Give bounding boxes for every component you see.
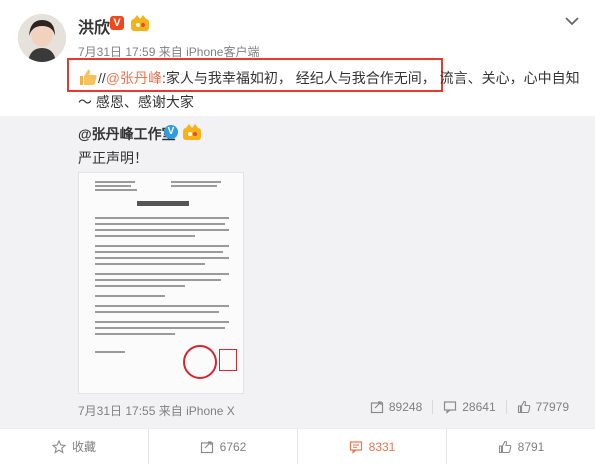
like-icon bbox=[498, 440, 511, 453]
thumbs-up-icon bbox=[78, 68, 98, 86]
doc-line bbox=[95, 235, 195, 237]
doc-line bbox=[95, 311, 219, 313]
avatar[interactable] bbox=[18, 14, 66, 62]
red-square-stamp bbox=[219, 349, 237, 371]
repost-button[interactable]: 6762 bbox=[148, 429, 297, 464]
doc-line bbox=[95, 273, 229, 275]
source-prefix: 来自 bbox=[158, 45, 183, 59]
doc-title-bar bbox=[137, 201, 189, 206]
post-text: //@张丹峰:家人与我幸福如初， 经纪人与我合作无间， 流言、关心，心中自知～ … bbox=[78, 66, 588, 114]
chevron-down-icon[interactable] bbox=[563, 12, 581, 30]
post-timestamp[interactable]: 7月31日 17:59 bbox=[78, 45, 155, 59]
vip-crown-icon bbox=[130, 14, 150, 32]
doc-line bbox=[95, 245, 229, 247]
doc-line bbox=[95, 321, 229, 323]
doc-line bbox=[95, 351, 125, 353]
share-icon bbox=[200, 440, 213, 453]
repost-container: @张丹峰工作室 V 严正声明！ 7月31日 17:55 来自 iPhone X … bbox=[0, 116, 595, 428]
like-count-main: 8791 bbox=[517, 439, 545, 454]
doc-line bbox=[95, 295, 165, 297]
share-icon bbox=[370, 401, 383, 414]
doc-line bbox=[95, 251, 223, 253]
weibo-post-card: 洪欣 V 7月31日 17:59 来自 iPhone客户端 //@张丹峰:家人与… bbox=[0, 0, 595, 464]
doc-line bbox=[95, 189, 137, 191]
verified-badge-icon: V bbox=[110, 16, 124, 30]
verified-blue-badge-icon: V bbox=[164, 125, 178, 139]
like-count: 77979 bbox=[535, 400, 569, 414]
doc-line bbox=[95, 327, 225, 329]
share-count: 89248 bbox=[388, 400, 423, 414]
doc-line bbox=[171, 181, 221, 183]
favorite-button[interactable]: 收藏 bbox=[0, 429, 148, 464]
document-statement-image[interactable] bbox=[78, 172, 244, 394]
repost-comment-count[interactable]: 28641 bbox=[432, 400, 505, 414]
text-prefix: // bbox=[98, 70, 106, 86]
action-bar: 收藏 6762 8331 8791 bbox=[0, 428, 595, 464]
repost-stats: 89248 28641 77979 bbox=[360, 400, 579, 414]
repost-source-prefix: 来自 bbox=[158, 404, 183, 418]
favorite-label: 收藏 bbox=[71, 440, 96, 454]
repost-share-count[interactable]: 89248 bbox=[360, 400, 432, 414]
repost-count: 6762 bbox=[219, 439, 247, 454]
doc-line bbox=[95, 285, 185, 287]
repost-source[interactable]: iPhone X bbox=[186, 404, 235, 418]
comment-icon bbox=[349, 440, 362, 454]
doc-line bbox=[95, 181, 135, 183]
doc-line bbox=[95, 263, 205, 265]
doc-line bbox=[95, 305, 229, 307]
doc-line bbox=[95, 279, 221, 281]
repost-author[interactable]: @张丹峰工作室 bbox=[78, 124, 176, 144]
like-icon bbox=[517, 400, 530, 414]
repost-like-count[interactable]: 77979 bbox=[505, 400, 579, 414]
doc-line bbox=[95, 333, 175, 335]
like-button[interactable]: 8791 bbox=[446, 429, 595, 464]
red-seal-stamp bbox=[183, 345, 217, 379]
doc-line bbox=[95, 217, 229, 219]
post-source[interactable]: iPhone客户端 bbox=[186, 45, 259, 59]
doc-line bbox=[95, 223, 225, 225]
doc-line bbox=[95, 257, 229, 259]
comment-button[interactable]: 8331 bbox=[297, 429, 446, 464]
doc-line bbox=[95, 185, 131, 187]
doc-line bbox=[95, 229, 229, 231]
author-name[interactable]: 洪欣 bbox=[78, 14, 110, 38]
comment-icon bbox=[444, 401, 457, 414]
mention-link[interactable]: @张丹峰 bbox=[106, 70, 162, 86]
doc-line bbox=[171, 185, 217, 187]
repost-meta: 7月31日 17:55 来自 iPhone X bbox=[78, 402, 235, 419]
star-icon bbox=[51, 439, 66, 454]
repost-text: 严正声明！ bbox=[78, 150, 148, 166]
comment-count: 28641 bbox=[462, 400, 496, 414]
comment-count-main: 8331 bbox=[368, 439, 396, 454]
repost-timestamp[interactable]: 7月31日 17:55 bbox=[78, 404, 155, 418]
vip-crown-icon bbox=[182, 123, 202, 141]
